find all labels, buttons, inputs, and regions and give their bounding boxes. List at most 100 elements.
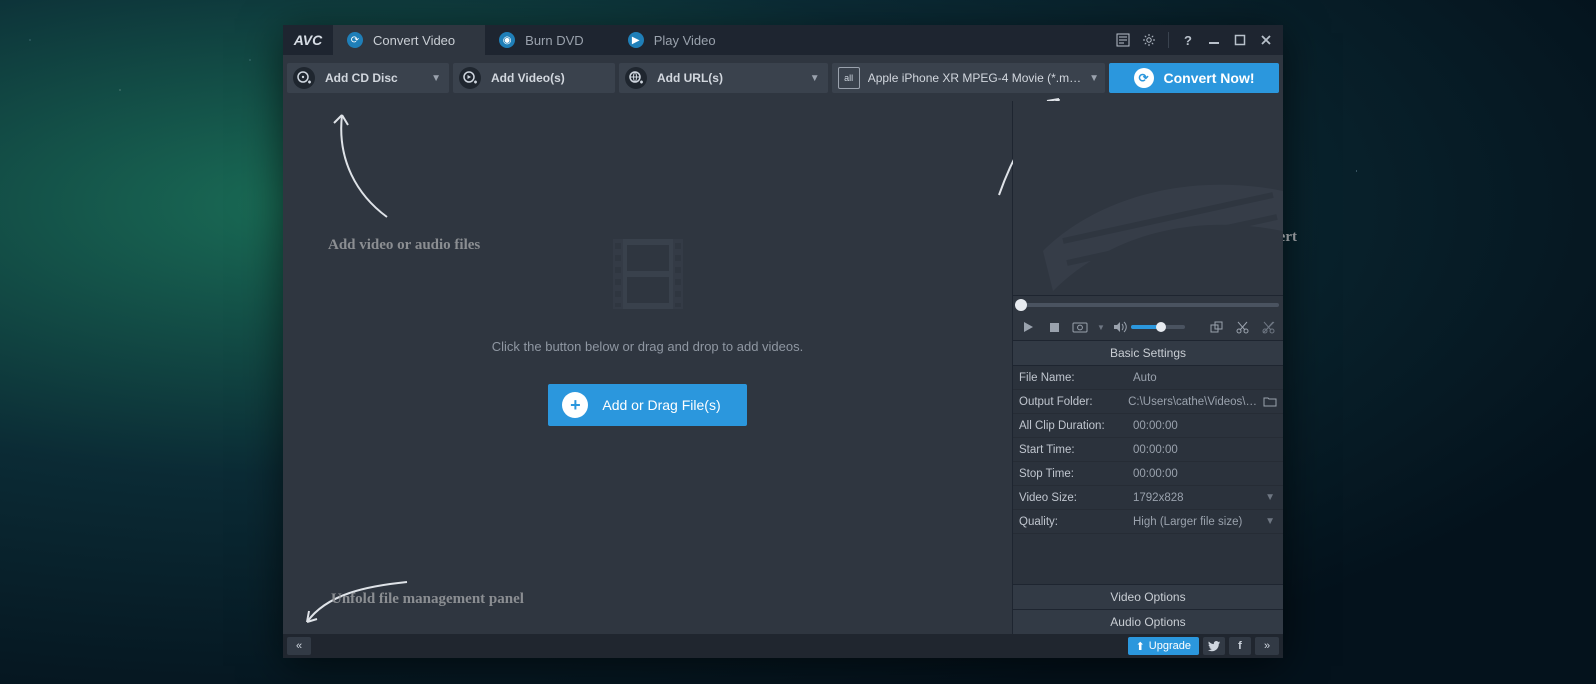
- action-toolbar: Add CD Disc ▼ Add Video(s) Add URL(s) ▼ …: [283, 55, 1283, 101]
- tab-label: Burn DVD: [525, 33, 584, 48]
- seek-thumb[interactable]: [1015, 299, 1027, 311]
- annotation-text: Add video or audio files: [328, 237, 480, 254]
- film-reel-icon: [1033, 131, 1283, 296]
- row-label: File Name:: [1013, 372, 1125, 384]
- chevron-down-icon: ▼: [421, 73, 441, 84]
- row-all-clip-duration: All Clip Duration: 00:00:00: [1013, 414, 1283, 438]
- add-cd-disc-button[interactable]: Add CD Disc ▼: [287, 63, 449, 93]
- add-videos-button[interactable]: Add Video(s): [453, 63, 615, 93]
- separator: [1168, 32, 1169, 48]
- row-value[interactable]: C:\Users\cathe\Videos\…: [1120, 396, 1283, 408]
- url-add-icon: [625, 67, 647, 89]
- status-bar: « ⬆ Upgrade f »: [283, 634, 1283, 658]
- disc-icon: ◉: [499, 32, 515, 48]
- value-text: 1792x828: [1133, 492, 1184, 504]
- button-label: Upgrade: [1149, 640, 1191, 652]
- chevron-down-icon: ▼: [1265, 492, 1283, 503]
- row-file-name: File Name: Auto: [1013, 366, 1283, 390]
- add-urls-button[interactable]: Add URL(s) ▼: [619, 63, 828, 93]
- row-value[interactable]: 00:00:00: [1125, 444, 1283, 456]
- unfold-panel-button[interactable]: «: [287, 637, 311, 655]
- video-add-icon: [459, 67, 481, 89]
- chevron-down-icon: ▼: [1089, 73, 1099, 84]
- tab-convert-video[interactable]: ⟳ Convert Video: [333, 25, 485, 55]
- add-or-drag-files-button[interactable]: + Add or Drag File(s): [548, 384, 746, 426]
- minimize-button[interactable]: [1203, 29, 1225, 51]
- app-window: AVC ⟳ Convert Video ◉ Burn DVD ▶ Play Vi…: [283, 25, 1283, 658]
- play-icon: ▶: [628, 32, 644, 48]
- audio-options-button[interactable]: Audio Options: [1013, 609, 1283, 634]
- row-label: Stop Time:: [1013, 468, 1125, 480]
- row-label: Start Time:: [1013, 444, 1125, 456]
- chevron-down-icon[interactable]: ▼: [1097, 323, 1105, 332]
- convert-now-button[interactable]: ⟳ Convert Now!: [1109, 63, 1279, 93]
- row-label: Output Folder:: [1013, 396, 1120, 408]
- disc-add-icon: [293, 67, 315, 89]
- settings-icon[interactable]: [1138, 29, 1160, 51]
- row-video-size: Video Size: 1792x828 ▼: [1013, 486, 1283, 510]
- annotation-text: Unfold file management panel: [331, 591, 524, 608]
- video-preview: [1013, 101, 1283, 296]
- row-start-time: Start Time: 00:00:00: [1013, 438, 1283, 462]
- cut-button[interactable]: [1233, 318, 1251, 336]
- row-value: 00:00:00: [1125, 420, 1283, 432]
- row-value[interactable]: 1792x828 ▼: [1125, 492, 1283, 504]
- file-drop-area[interactable]: Add video or audio files Choose output p…: [283, 101, 1013, 634]
- volume-thumb[interactable]: [1156, 322, 1166, 332]
- button-label: Add URL(s): [657, 71, 723, 85]
- button-label: Add CD Disc: [325, 71, 398, 85]
- preview-controls: ▼: [1013, 314, 1283, 341]
- button-label: Convert Now!: [1164, 70, 1255, 86]
- basic-settings-rows: File Name: Auto Output Folder: C:\Users\…: [1013, 366, 1283, 534]
- main-body: Add video or audio files Choose output p…: [283, 101, 1283, 634]
- row-label: Video Size:: [1013, 492, 1125, 504]
- refresh-icon: ⟳: [347, 32, 363, 48]
- right-panel: ▼ Basic Settings File Name: Auto: [1013, 101, 1283, 634]
- options-icon[interactable]: [1112, 29, 1134, 51]
- row-value[interactable]: High (Larger file size) ▼: [1125, 516, 1283, 528]
- row-label: All Clip Duration:: [1013, 420, 1125, 432]
- row-quality: Quality: High (Larger file size) ▼: [1013, 510, 1283, 534]
- snapshot-button[interactable]: [1071, 318, 1089, 336]
- window-controls: ?: [1112, 25, 1283, 55]
- twitter-button[interactable]: [1203, 637, 1225, 655]
- button-label: Add Video(s): [491, 71, 565, 85]
- row-value[interactable]: Auto: [1125, 372, 1283, 384]
- row-label: Quality:: [1013, 516, 1125, 528]
- tab-label: Convert Video: [373, 33, 455, 48]
- expand-right-button[interactable]: »: [1255, 637, 1279, 655]
- play-button[interactable]: [1019, 318, 1037, 336]
- output-profile-selector[interactable]: all Apple iPhone XR MPEG-4 Movie (*.m… ▼: [832, 63, 1105, 93]
- video-options-button[interactable]: Video Options: [1013, 584, 1283, 609]
- basic-settings-header: Basic Settings: [1013, 341, 1283, 366]
- row-stop-time: Stop Time: 00:00:00: [1013, 462, 1283, 486]
- no-cut-button[interactable]: [1259, 318, 1277, 336]
- button-label: Add or Drag File(s): [602, 397, 720, 413]
- title-bar: AVC ⟳ Convert Video ◉ Burn DVD ▶ Play Vi…: [283, 25, 1283, 55]
- close-button[interactable]: [1255, 29, 1277, 51]
- volume-track[interactable]: [1131, 325, 1185, 329]
- film-strip-icon: [605, 231, 691, 317]
- seek-track: [1017, 303, 1279, 307]
- facebook-button[interactable]: f: [1229, 637, 1251, 655]
- tab-burn-dvd[interactable]: ◉ Burn DVD: [485, 25, 614, 55]
- value-text: High (Larger file size): [1133, 516, 1242, 528]
- main-tabs: ⟳ Convert Video ◉ Burn DVD ▶ Play Video: [333, 25, 746, 55]
- stop-button[interactable]: [1045, 318, 1063, 336]
- maximize-button[interactable]: [1229, 29, 1251, 51]
- volume-control[interactable]: [1113, 321, 1185, 333]
- tab-play-video[interactable]: ▶ Play Video: [614, 25, 746, 55]
- preview-seek-bar[interactable]: [1013, 296, 1283, 314]
- profile-category-icon: all: [838, 67, 860, 89]
- volume-icon: [1113, 321, 1127, 333]
- convert-icon: ⟳: [1134, 68, 1154, 88]
- row-value[interactable]: 00:00:00: [1125, 468, 1283, 480]
- profile-name: Apple iPhone XR MPEG-4 Movie (*.m…: [868, 71, 1081, 85]
- drop-hint-text: Click the button below or drag and drop …: [492, 339, 803, 354]
- upgrade-button[interactable]: ⬆ Upgrade: [1128, 637, 1199, 655]
- chevron-down-icon: ▼: [800, 73, 820, 84]
- help-icon[interactable]: ?: [1177, 29, 1199, 51]
- row-output-folder: Output Folder: C:\Users\cathe\Videos\…: [1013, 390, 1283, 414]
- browse-folder-icon[interactable]: [1263, 396, 1277, 407]
- detach-preview-button[interactable]: [1207, 318, 1225, 336]
